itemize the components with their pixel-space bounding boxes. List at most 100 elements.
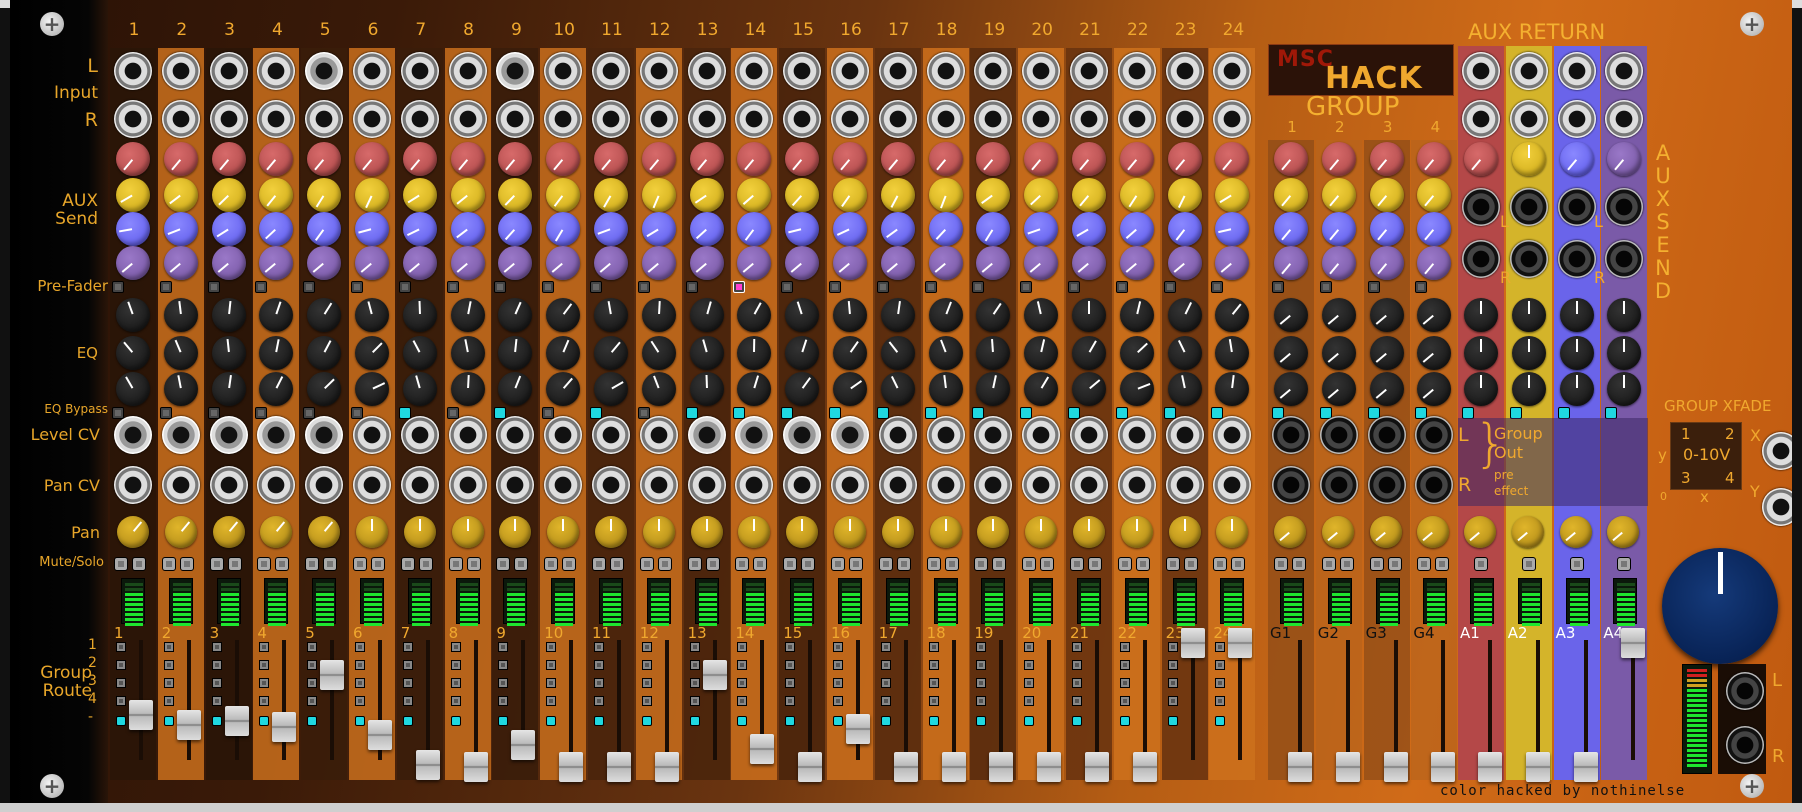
group-route-none-button[interactable] (833, 716, 843, 726)
group-aux-send-2-knob[interactable] (1369, 178, 1404, 212)
pre-fader-button[interactable] (924, 281, 937, 293)
solo-button[interactable] (275, 557, 290, 571)
group-route-none-button[interactable] (498, 716, 509, 726)
eq-bypass-button[interactable] (1115, 407, 1128, 419)
channel-fader[interactable] (176, 710, 201, 740)
channel-fader[interactable] (1037, 752, 1062, 782)
group-route-button[interactable] (546, 696, 557, 706)
group-route-button[interactable] (116, 696, 126, 706)
pre-fader-button[interactable] (1115, 281, 1128, 293)
aux-send-1-knob[interactable] (163, 142, 198, 176)
aux-send-3-knob[interactable] (355, 212, 389, 246)
level-cv-jack[interactable] (639, 416, 678, 454)
aux-send-1-knob[interactable] (1167, 142, 1202, 176)
aux-send-1-knob[interactable] (402, 142, 437, 176)
group-route-button[interactable] (1119, 660, 1130, 670)
level-cv-jack[interactable] (926, 416, 965, 454)
aux-pan-knob[interactable] (1559, 516, 1592, 548)
solo-button[interactable] (179, 557, 194, 571)
eq-low-knob[interactable] (307, 372, 342, 406)
aux-send-2-knob[interactable] (307, 178, 342, 212)
pre-fader-button[interactable] (637, 281, 650, 293)
group-route-button[interactable] (641, 642, 652, 652)
aux-send-1-knob[interactable] (450, 142, 485, 176)
group-route-button[interactable] (355, 660, 365, 670)
mute-button[interactable] (783, 557, 798, 571)
group-route-button[interactable] (1072, 678, 1082, 688)
pan-cv-jack[interactable] (544, 466, 583, 504)
group-fader[interactable] (1288, 752, 1312, 782)
group-route-button[interactable] (116, 660, 126, 670)
aux-send-4-knob[interactable] (594, 246, 628, 280)
aux-send-3-knob[interactable] (163, 212, 198, 246)
mute-button[interactable] (448, 557, 463, 571)
group-route-button[interactable] (450, 678, 461, 688)
eq-high-knob[interactable] (307, 298, 342, 332)
eq-low-knob[interactable] (1072, 372, 1106, 406)
aux-eq-high-knob[interactable] (1464, 298, 1498, 332)
solo-button[interactable] (753, 557, 768, 571)
group-route-button[interactable] (498, 642, 509, 652)
group-route-button[interactable] (594, 660, 604, 670)
level-cv-jack[interactable] (544, 416, 583, 454)
aux-send-1-knob[interactable] (641, 142, 676, 176)
aux-mute-button[interactable] (1617, 557, 1632, 571)
pre-fader-button[interactable] (398, 281, 411, 293)
aux-send-2-knob[interactable] (1024, 178, 1059, 212)
group-aux-send-3-knob[interactable] (1321, 212, 1356, 246)
eq-bypass-button[interactable] (542, 407, 555, 419)
eq-mid-knob[interactable] (641, 336, 676, 370)
aux-send-3-knob[interactable] (1167, 212, 1202, 246)
group-route-button[interactable] (1215, 660, 1226, 670)
eq-bypass-button[interactable] (876, 407, 889, 419)
group-fader[interactable] (1431, 752, 1456, 782)
group-solo-button[interactable] (1292, 557, 1306, 571)
eq-bypass-button[interactable] (685, 407, 698, 419)
eq-bypass-button[interactable] (924, 407, 937, 419)
group-aux-send-1-knob[interactable] (1321, 142, 1356, 176)
aux-return-l-jack[interactable] (1462, 52, 1500, 90)
level-cv-jack[interactable] (114, 416, 152, 454)
group-aux-send-2-knob[interactable] (1274, 178, 1308, 212)
group-pre-fader-button[interactable] (1415, 281, 1428, 293)
eq-low-knob[interactable] (355, 372, 389, 406)
eq-high-knob[interactable] (1119, 298, 1154, 332)
pan-cv-jack[interactable] (114, 466, 152, 504)
group-route-button[interactable] (1167, 696, 1178, 706)
aux-send-3-knob[interactable] (785, 212, 820, 246)
aux-fader[interactable] (1621, 628, 1646, 658)
group-route-button[interactable] (402, 642, 413, 652)
input-r-jack[interactable] (209, 100, 248, 138)
aux-send-1-knob[interactable] (594, 142, 628, 176)
aux-return-level-knob[interactable] (1511, 142, 1546, 176)
solo-button[interactable] (514, 557, 529, 571)
mute-button[interactable] (926, 557, 941, 571)
input-r-jack[interactable] (639, 100, 678, 138)
xfade-y-cv-jack[interactable] (1762, 488, 1792, 526)
aux-send-2-knob[interactable] (1167, 178, 1202, 212)
group-mute-button[interactable] (1417, 557, 1432, 571)
eq-bypass-button[interactable] (159, 407, 172, 419)
aux-return-r-jack[interactable] (1509, 100, 1548, 138)
input-r-jack[interactable] (353, 100, 391, 138)
group-solo-button[interactable] (1339, 557, 1354, 571)
eq-bypass-button[interactable] (781, 407, 794, 419)
mute-button[interactable] (400, 557, 415, 571)
group-solo-button[interactable] (1387, 557, 1402, 571)
group-route-none-button[interactable] (116, 716, 126, 726)
aux-send-3-knob[interactable] (1119, 212, 1154, 246)
channel-fader[interactable] (320, 660, 345, 690)
group-pan-knob[interactable] (1321, 516, 1354, 548)
aux-send-4-knob[interactable] (928, 246, 963, 280)
level-cv-jack[interactable] (1165, 416, 1204, 454)
eq-low-knob[interactable] (116, 372, 150, 406)
input-l-jack[interactable] (639, 52, 678, 90)
solo-button[interactable] (562, 557, 577, 571)
pre-fader-button[interactable] (542, 281, 555, 293)
input-l-jack[interactable] (209, 52, 248, 90)
pre-fader-button[interactable] (494, 281, 507, 293)
input-r-jack[interactable] (1022, 100, 1061, 138)
aux-send-2-knob[interactable] (880, 178, 915, 212)
mute-button[interactable] (1070, 557, 1084, 571)
channel-fader[interactable] (1228, 628, 1253, 658)
